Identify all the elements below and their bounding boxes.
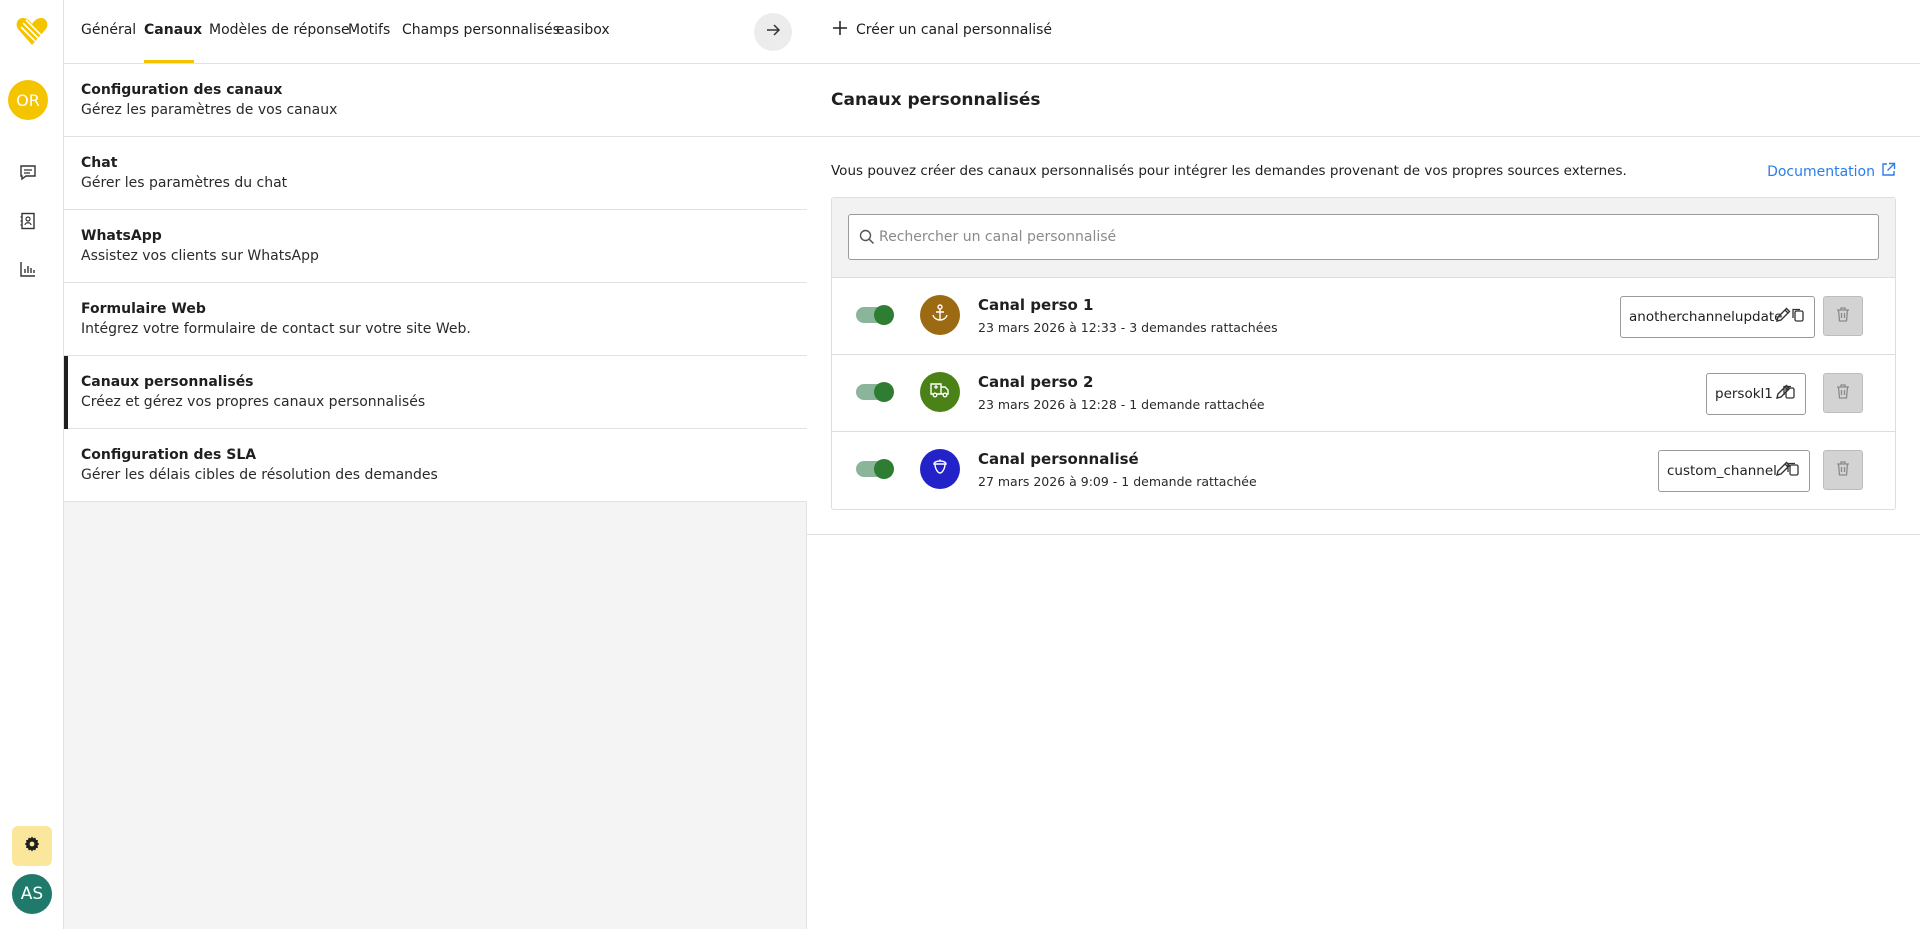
user-avatar[interactable]: AS <box>12 874 52 914</box>
search-input[interactable] <box>879 215 1869 259</box>
documentation-link[interactable]: Documentation <box>1767 162 1896 181</box>
channel-code: custom_channel <box>1667 463 1777 479</box>
chat-icon[interactable] <box>17 162 39 184</box>
menu-item-configuration-des-canaux[interactable]: Configuration des canaux Gérez les param… <box>64 64 807 137</box>
tab-champs-personnalises[interactable]: Champs personnalisés <box>402 22 560 38</box>
menu-item-title: Configuration des canaux <box>81 82 283 98</box>
menu-item-formulaire-web[interactable]: Formulaire Web Intégrez votre formulaire… <box>64 283 807 356</box>
account-avatar[interactable]: OR <box>8 80 48 120</box>
trash-icon <box>1835 306 1851 326</box>
external-link-icon <box>1881 162 1896 181</box>
channel-avatar <box>920 372 960 412</box>
contacts-icon[interactable] <box>17 210 39 232</box>
brand-logo-icon[interactable] <box>14 12 50 48</box>
menu-item-subtitle: Intégrez votre formulaire de contact sur… <box>81 321 471 337</box>
list-item: Canal perso 1 23 mars 2026 à 12:33 - 3 d… <box>832 278 1895 355</box>
channel-name: Canal perso 2 <box>978 373 1094 391</box>
channel-enabled-toggle[interactable] <box>856 305 894 325</box>
settings-tabs: Général Canaux Modèles de réponse Motifs… <box>64 0 807 64</box>
delete-channel-button[interactable] <box>1823 373 1863 413</box>
channel-meta: 27 mars 2026 à 9:09 - 1 demande rattaché… <box>978 474 1257 489</box>
menu-item-subtitle: Gérer les paramètres du chat <box>81 175 288 191</box>
arrow-right-icon <box>765 22 781 42</box>
stats-icon[interactable] <box>17 258 39 280</box>
delivery-truck-icon <box>929 380 951 404</box>
channel-meta: 23 mars 2026 à 12:28 - 1 demande rattach… <box>978 397 1265 412</box>
anchor-icon <box>930 303 950 327</box>
menu-item-canaux-personnalises[interactable]: Canaux personnalisés Créez et gérez vos … <box>64 356 807 429</box>
trash-icon <box>1835 460 1851 480</box>
menu-item-subtitle: Gérer les délais cibles de résolution de… <box>81 467 438 483</box>
edit-channel-button[interactable] <box>1772 306 1794 328</box>
edit-channel-button[interactable] <box>1772 383 1794 405</box>
tab-general[interactable]: Général <box>81 22 136 38</box>
menu-item-configuration-des-sla[interactable]: Configuration des SLA Gérer les délais c… <box>64 429 807 502</box>
menu-item-subtitle: Assistez vos clients sur WhatsApp <box>81 248 319 264</box>
list-header <box>832 198 1895 278</box>
channel-meta: 23 mars 2026 à 12:33 - 3 demandes rattac… <box>978 320 1278 335</box>
tab-canaux[interactable]: Canaux <box>144 22 202 38</box>
list-item: Canal personnalisé 27 mars 2026 à 9:09 -… <box>832 432 1895 509</box>
menu-item-title: Configuration des SLA <box>81 447 257 463</box>
tab-easibox[interactable]: easibox <box>556 22 610 38</box>
menu-item-title: Chat <box>81 155 118 171</box>
menu-item-whatsapp[interactable]: WhatsApp Assistez vos clients sur WhatsA… <box>64 210 807 283</box>
channel-code: anotherchannelupdate <box>1629 309 1783 325</box>
trash-icon <box>1835 383 1851 403</box>
delete-channel-button[interactable] <box>1823 450 1863 490</box>
custom-channels-list: Canal perso 1 23 mars 2026 à 12:33 - 3 d… <box>831 197 1896 510</box>
channel-enabled-toggle[interactable] <box>856 459 894 479</box>
channel-name: Canal personnalisé <box>978 450 1139 468</box>
search-icon <box>859 229 875 249</box>
panel-toolbar: Créer un canal personnalisé <box>807 0 1920 64</box>
create-custom-channel-button[interactable]: Créer un canal personnalisé <box>832 20 1052 40</box>
active-tab-indicator <box>144 60 194 63</box>
create-button-label: Créer un canal personnalisé <box>856 22 1053 38</box>
menu-item-chat[interactable]: Chat Gérer les paramètres du chat <box>64 137 807 210</box>
custom-channels-panel: Créer un canal personnalisé Canaux perso… <box>807 0 1920 929</box>
tab-motifs[interactable]: Motifs <box>348 22 390 38</box>
channel-code: persokl1 <box>1715 386 1773 402</box>
search-box <box>848 214 1879 260</box>
menu-item-title: Formulaire Web <box>81 301 206 317</box>
acorn-icon <box>931 458 949 480</box>
pencil-icon <box>1774 383 1792 405</box>
channels-menu: Configuration des canaux Gérez les param… <box>64 64 807 502</box>
channel-name: Canal perso 1 <box>978 296 1094 314</box>
menu-item-title: Canaux personnalisés <box>81 374 254 390</box>
divider <box>807 534 1920 535</box>
menu-item-subtitle: Gérez les paramètres de vos canaux <box>81 102 338 118</box>
menu-item-subtitle: Créez et gérez vos propres canaux person… <box>81 394 426 410</box>
scroll-tabs-right-button[interactable] <box>754 13 792 51</box>
left-rail: OR AS <box>0 0 64 929</box>
list-item: Canal perso 2 23 mars 2026 à 12:28 - 1 d… <box>832 355 1895 432</box>
plus-icon <box>832 20 848 40</box>
channel-enabled-toggle[interactable] <box>856 382 894 402</box>
gear-icon <box>23 835 41 857</box>
documentation-label: Documentation <box>1767 163 1875 180</box>
divider <box>807 136 1920 137</box>
settings-button[interactable] <box>12 826 52 866</box>
edit-channel-button[interactable] <box>1772 460 1794 482</box>
channel-avatar <box>920 295 960 335</box>
section-title: Canaux personnalisés <box>831 90 1041 110</box>
pencil-icon <box>1774 460 1792 482</box>
section-description: Vous pouvez créer des canaux personnalis… <box>831 163 1627 179</box>
tab-modeles-de-reponse[interactable]: Modèles de réponse <box>209 22 350 38</box>
channel-avatar <box>920 449 960 489</box>
delete-channel-button[interactable] <box>1823 296 1863 336</box>
menu-item-title: WhatsApp <box>81 228 162 244</box>
settings-navigation-panel: Général Canaux Modèles de réponse Motifs… <box>64 0 807 929</box>
pencil-icon <box>1774 306 1792 328</box>
